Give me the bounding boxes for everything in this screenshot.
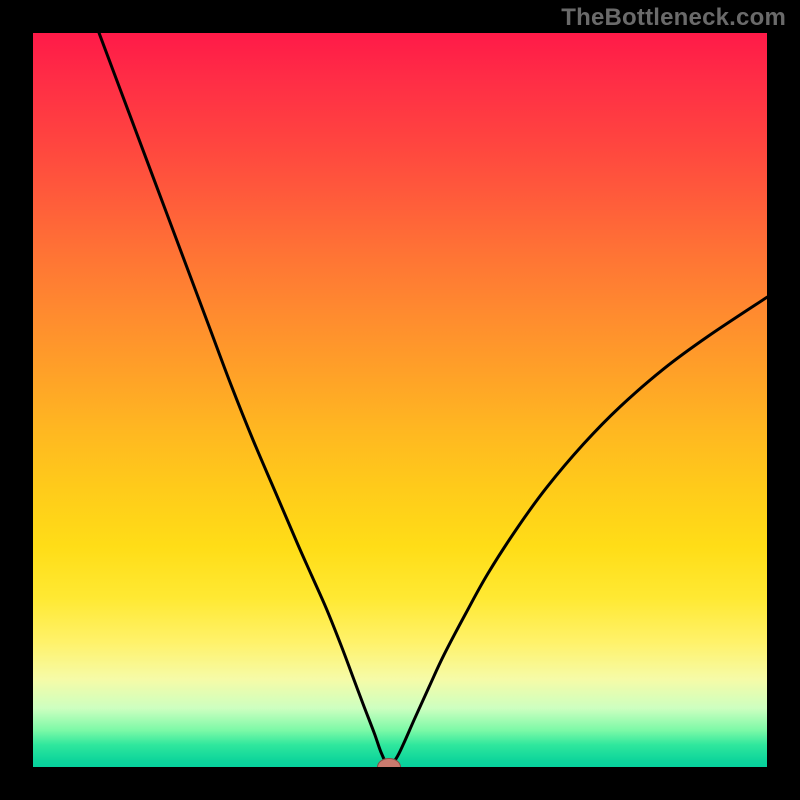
plot-area bbox=[33, 33, 767, 767]
bottleneck-curve bbox=[33, 33, 767, 767]
watermark-text: TheBottleneck.com bbox=[561, 4, 786, 32]
chart-frame: TheBottleneck.com bbox=[0, 0, 800, 800]
